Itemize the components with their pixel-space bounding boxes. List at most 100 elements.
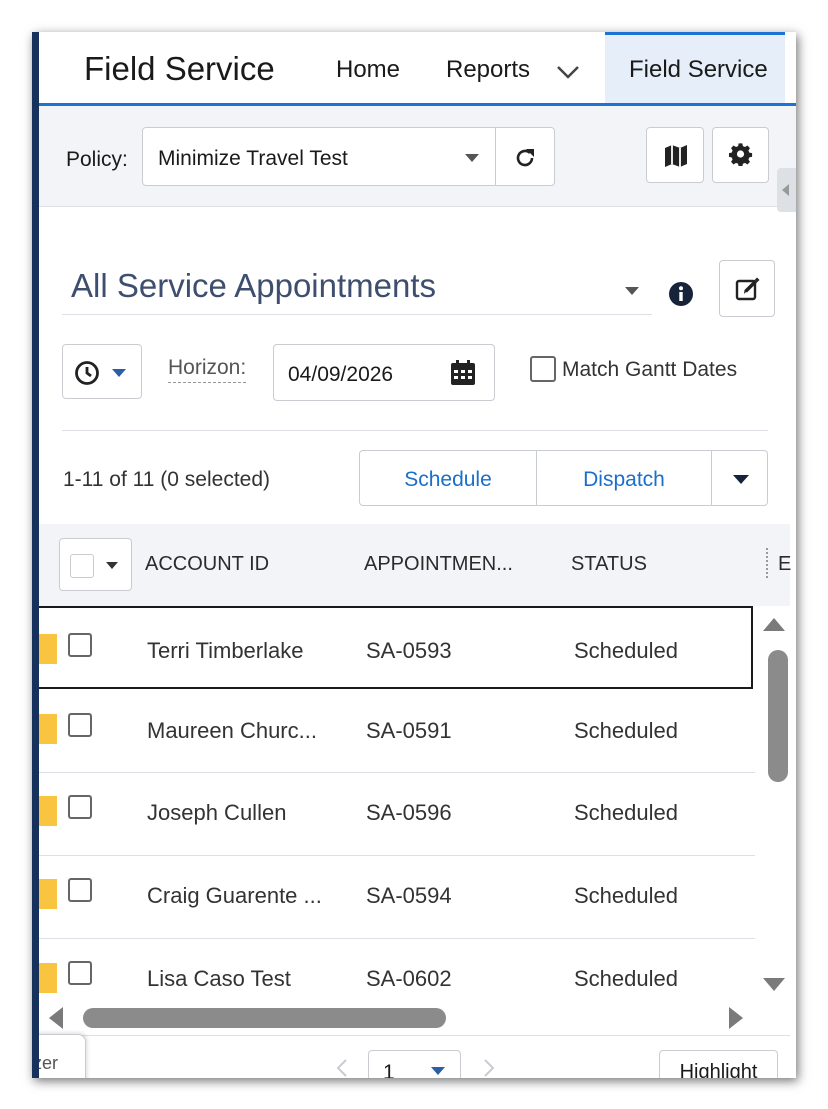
left-edge-bar: [32, 32, 39, 1078]
page-select-caret-icon: [431, 1067, 445, 1075]
view-dropdown-caret-icon[interactable]: [625, 287, 639, 295]
appointment-cell[interactable]: SA-0594: [366, 883, 452, 909]
account-cell[interactable]: Joseph Cullen: [147, 800, 286, 826]
table-header: ACCOUNT ID APPOINTMEN... STATUS E: [39, 524, 791, 606]
row-flag: [39, 714, 57, 744]
status-cell: Scheduled: [574, 638, 678, 663]
app-window: Field Service Home Reports Field Service…: [32, 32, 796, 1078]
main-content: Policy: Minimize Travel Test All Service…: [39, 106, 796, 1078]
app-title: Field Service: [84, 50, 275, 87]
status-cell: Scheduled: [574, 883, 678, 908]
row-checkbox[interactable]: [68, 961, 92, 985]
more-actions-caret-icon: [733, 475, 749, 484]
page-number: 1: [383, 1061, 395, 1078]
nav-reports[interactable]: Reports: [446, 56, 530, 84]
column-resize-handle[interactable]: [766, 548, 768, 578]
table-row[interactable]: Craig Guarente ... SA-0594 Scheduled: [39, 856, 755, 939]
match-gantt-label[interactable]: Match Gantt Dates: [562, 358, 737, 382]
horizon-label: Horizon:: [168, 356, 247, 383]
time-filter-caret-icon: [112, 369, 126, 377]
status-cell: Scheduled: [574, 966, 678, 991]
table-body: Terri Timberlake SA-0593 Scheduled Maure…: [39, 606, 755, 1001]
row-checkbox[interactable]: [68, 713, 92, 737]
side-panel-toggle[interactable]: [777, 168, 796, 212]
title-underline: [62, 314, 652, 315]
column-header-partial[interactable]: E: [778, 553, 791, 576]
column-header-status[interactable]: STATUS: [571, 553, 647, 576]
row-flag: [39, 963, 57, 993]
calendar-icon[interactable]: [450, 360, 476, 386]
horizon-date-value: 04/09/2026: [288, 363, 394, 386]
scroll-left-arrow-icon[interactable]: [49, 1007, 63, 1029]
dispatch-button[interactable]: Dispatch: [536, 450, 712, 506]
previous-page-icon[interactable]: [335, 1058, 349, 1078]
row-checkbox[interactable]: [68, 795, 92, 819]
row-checkbox[interactable]: [68, 878, 92, 902]
highlight-button[interactable]: Highlight: [659, 1050, 778, 1078]
row-flag: [39, 634, 57, 664]
chevron-down-icon[interactable]: [555, 64, 581, 80]
edit-view-button[interactable]: [719, 260, 775, 317]
selection-count: 1-11 of 11 (0 selected): [63, 468, 271, 491]
horizontal-scroll-thumb[interactable]: [83, 1008, 446, 1028]
status-cell: Scheduled: [574, 800, 678, 825]
page-select[interactable]: 1: [368, 1050, 461, 1078]
collapse-arrow-icon: [782, 184, 789, 196]
refresh-icon: [516, 149, 534, 167]
appointment-cell[interactable]: SA-0602: [366, 966, 452, 992]
more-actions-button[interactable]: [711, 450, 768, 506]
horizon-date-input[interactable]: 04/09/2026: [273, 344, 495, 401]
nav-field-service-label: Field Service: [629, 56, 768, 83]
policy-dropdown-caret-icon: [465, 154, 479, 162]
table-row[interactable]: Joseph Cullen SA-0596 Scheduled: [39, 773, 755, 856]
dispatch-label: Dispatch: [583, 468, 665, 491]
row-flag: [39, 879, 57, 909]
horizontal-scrollbar[interactable]: [39, 1001, 790, 1036]
schedule-button[interactable]: Schedule: [359, 450, 537, 506]
policy-label: Policy:: [66, 148, 128, 171]
account-cell[interactable]: Maureen Churc...: [147, 718, 317, 744]
refresh-button[interactable]: [495, 127, 555, 186]
time-filter-button[interactable]: [62, 344, 142, 399]
scroll-down-arrow-icon[interactable]: [763, 978, 785, 991]
select-all-caret-icon[interactable]: [106, 562, 118, 569]
divider: [62, 430, 768, 431]
nav-home[interactable]: Home: [336, 56, 400, 84]
vertical-scroll-thumb[interactable]: [768, 650, 788, 782]
table-row[interactable]: Maureen Churc... SA-0591 Scheduled: [39, 689, 755, 773]
map-button[interactable]: [646, 127, 704, 183]
appointment-cell[interactable]: SA-0593: [366, 638, 452, 664]
schedule-label: Schedule: [404, 468, 492, 491]
table-row[interactable]: Lisa Caso Test SA-0602 Scheduled: [39, 939, 755, 1001]
settings-button[interactable]: [712, 127, 769, 183]
highlight-label: Highlight: [679, 1061, 758, 1078]
account-cell[interactable]: Lisa Caso Test: [147, 966, 291, 992]
map-icon: [665, 145, 687, 167]
info-icon[interactable]: [668, 281, 694, 307]
policy-select[interactable]: Minimize Travel Test: [142, 127, 496, 186]
policy-select-value: Minimize Travel Test: [158, 147, 348, 170]
column-header-appointment[interactable]: APPOINTMEN...: [364, 553, 513, 576]
match-gantt-checkbox[interactable]: [530, 356, 556, 382]
column-header-account-id[interactable]: ACCOUNT ID: [145, 553, 269, 576]
status-cell: Scheduled: [574, 718, 678, 743]
row-checkbox[interactable]: [68, 633, 92, 657]
vertical-scrollbar[interactable]: [755, 606, 790, 1001]
clock-icon: [75, 361, 99, 385]
appointment-cell[interactable]: SA-0591: [366, 718, 452, 744]
select-all-checkbox[interactable]: [70, 554, 94, 578]
account-cell[interactable]: Terri Timberlake: [147, 638, 303, 664]
row-flag: [39, 796, 57, 826]
top-navigation: Field Service Home Reports Field Service: [39, 32, 796, 106]
utility-tab[interactable]: zer: [32, 1034, 86, 1078]
table-row-focused[interactable]: Terri Timberlake SA-0593 Scheduled: [39, 606, 753, 689]
next-page-icon[interactable]: [482, 1058, 496, 1078]
scroll-up-arrow-icon[interactable]: [763, 618, 785, 631]
select-all-control[interactable]: [59, 538, 132, 591]
account-cell[interactable]: Craig Guarente ...: [147, 883, 322, 909]
edit-icon: [735, 277, 760, 301]
list-view-title[interactable]: All Service Appointments: [71, 267, 436, 305]
nav-field-service-tab[interactable]: Field Service: [605, 32, 785, 103]
appointment-cell[interactable]: SA-0596: [366, 800, 452, 826]
scroll-right-arrow-icon[interactable]: [729, 1007, 743, 1029]
